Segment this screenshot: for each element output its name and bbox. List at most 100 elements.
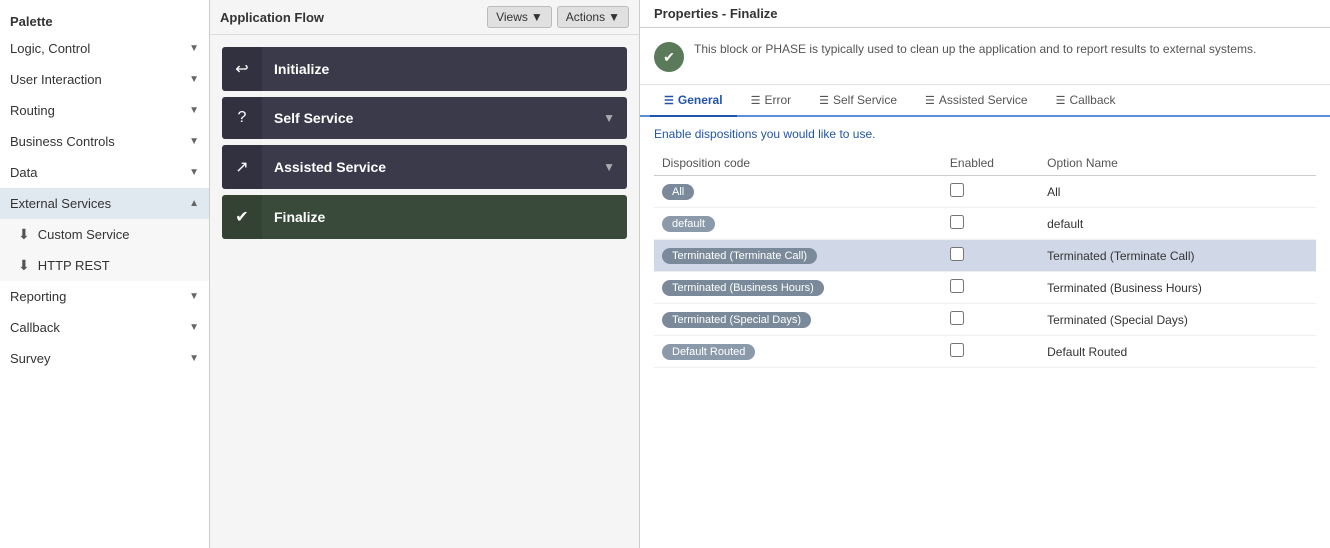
views-button[interactable]: Views ▼ bbox=[487, 6, 552, 28]
enabled-cell[interactable] bbox=[942, 208, 1039, 240]
disposition-table: Disposition code Enabled Option Name All… bbox=[654, 151, 1316, 368]
chevron-down-icon: ▼ bbox=[189, 136, 199, 147]
chevron-down-icon: ▼ bbox=[189, 74, 199, 85]
enabled-checkbox[interactable] bbox=[950, 311, 964, 325]
sidebar-item-logic-control[interactable]: Logic, Control ▼ bbox=[0, 33, 209, 64]
flow-block-self-service[interactable]: ? Self Service ▼ bbox=[222, 97, 627, 139]
disposition-code-cell: Terminated (Special Days) bbox=[654, 304, 942, 336]
enabled-cell[interactable] bbox=[942, 240, 1039, 272]
flow-blocks: ↩ Initialize ? Self Service ▼ ↗ Assisted… bbox=[210, 35, 639, 251]
sidebar-item-label: External Services bbox=[10, 196, 189, 211]
flow-block-initialize[interactable]: ↩ Initialize bbox=[222, 47, 627, 91]
option-name-cell[interactable] bbox=[1039, 272, 1316, 304]
option-name-input[interactable] bbox=[1047, 345, 1308, 359]
initialize-icon: ↩ bbox=[222, 47, 262, 91]
option-name-cell[interactable] bbox=[1039, 208, 1316, 240]
option-name-cell[interactable] bbox=[1039, 336, 1316, 368]
col-header-enabled: Enabled bbox=[942, 151, 1039, 176]
enabled-checkbox[interactable] bbox=[950, 247, 964, 261]
header-buttons: Views ▼ Actions ▼ bbox=[487, 6, 629, 28]
properties-panel: Properties - Finalize ✔ This block or PH… bbox=[640, 0, 1330, 548]
enabled-checkbox[interactable] bbox=[950, 215, 964, 229]
chevron-down-icon: ▼ bbox=[189, 43, 199, 54]
properties-tabs: ☰ General ☰ Error ☰ Self Service ☰ Assis… bbox=[640, 85, 1330, 117]
chevron-down-icon: ▼ bbox=[591, 160, 627, 174]
tab-self-service[interactable]: ☰ Self Service bbox=[805, 85, 911, 117]
download-icon: ⬇ bbox=[18, 226, 30, 243]
option-name-input[interactable] bbox=[1047, 185, 1308, 199]
enabled-cell[interactable] bbox=[942, 304, 1039, 336]
sidebar-item-custom-service[interactable]: ⬇ Custom Service bbox=[0, 219, 209, 250]
disposition-badge: Terminated (Special Days) bbox=[662, 312, 811, 328]
option-name-input[interactable] bbox=[1047, 217, 1308, 231]
table-icon: ☰ bbox=[664, 94, 674, 107]
chevron-down-icon: ▼ bbox=[189, 353, 199, 364]
disposition-code-cell: All bbox=[654, 176, 942, 208]
table-icon: ☰ bbox=[1056, 94, 1066, 107]
properties-title: Properties - Finalize bbox=[640, 0, 1330, 28]
option-name-cell[interactable] bbox=[1039, 240, 1316, 272]
sidebar-item-label: Routing bbox=[10, 103, 189, 118]
table-row: Terminated (Business Hours) bbox=[654, 272, 1316, 304]
properties-description: ✔ This block or PHASE is typically used … bbox=[640, 28, 1330, 85]
disposition-code-cell: default bbox=[654, 208, 942, 240]
chevron-down-icon: ▼ bbox=[189, 105, 199, 116]
sidebar-item-reporting[interactable]: Reporting ▼ bbox=[0, 281, 209, 312]
tab-assisted-service[interactable]: ☰ Assisted Service bbox=[911, 85, 1042, 117]
enabled-cell[interactable] bbox=[942, 176, 1039, 208]
col-header-disposition: Disposition code bbox=[654, 151, 942, 176]
option-name-input[interactable] bbox=[1047, 281, 1308, 295]
tab-general[interactable]: ☰ General bbox=[650, 85, 737, 117]
sidebar-item-user-interaction[interactable]: User Interaction ▼ bbox=[0, 64, 209, 95]
disposition-code-cell: Default Routed bbox=[654, 336, 942, 368]
table-icon: ☰ bbox=[925, 94, 935, 107]
chevron-down-icon: ▼ bbox=[531, 10, 543, 24]
disposition-code-cell: Terminated (Terminate Call) bbox=[654, 240, 942, 272]
chevron-down-icon: ▼ bbox=[189, 291, 199, 302]
tab-error[interactable]: ☰ Error bbox=[737, 85, 806, 117]
chevron-up-icon: ▲ bbox=[189, 198, 199, 209]
flow-block-assisted-service[interactable]: ↗ Assisted Service ▼ bbox=[222, 145, 627, 189]
sidebar-item-callback[interactable]: Callback ▼ bbox=[0, 312, 209, 343]
option-name-input[interactable] bbox=[1047, 249, 1308, 263]
check-icon: ✔ bbox=[654, 42, 684, 72]
chevron-down-icon: ▼ bbox=[189, 322, 199, 333]
sidebar-item-data[interactable]: Data ▼ bbox=[0, 157, 209, 188]
enabled-checkbox[interactable] bbox=[950, 343, 964, 357]
actions-button[interactable]: Actions ▼ bbox=[557, 6, 629, 28]
option-name-cell[interactable] bbox=[1039, 176, 1316, 208]
option-name-cell[interactable] bbox=[1039, 304, 1316, 336]
palette-title: Palette bbox=[0, 8, 209, 33]
sidebar-item-label: Data bbox=[10, 165, 189, 180]
flow-block-label: Finalize bbox=[262, 197, 627, 237]
flow-block-label: Assisted Service bbox=[262, 147, 591, 187]
flow-block-finalize[interactable]: ✔ Finalize bbox=[222, 195, 627, 239]
sidebar-item-label: HTTP REST bbox=[38, 258, 110, 273]
tab-callback[interactable]: ☰ Callback bbox=[1042, 85, 1130, 117]
sidebar-item-routing[interactable]: Routing ▼ bbox=[0, 95, 209, 126]
table-row: default bbox=[654, 208, 1316, 240]
sidebar-item-label: Callback bbox=[10, 320, 189, 335]
table-row: Terminated (Special Days) bbox=[654, 304, 1316, 336]
table-row: Terminated (Terminate Call) bbox=[654, 240, 1316, 272]
description-text: This block or PHASE is typically used to… bbox=[694, 40, 1256, 58]
table-row: All bbox=[654, 176, 1316, 208]
sidebar-item-http-rest[interactable]: ⬇ HTTP REST bbox=[0, 250, 209, 281]
enable-text: Enable dispositions you would like to us… bbox=[654, 127, 1316, 141]
self-service-icon: ? bbox=[222, 97, 262, 139]
enabled-checkbox[interactable] bbox=[950, 183, 964, 197]
enabled-cell[interactable] bbox=[942, 272, 1039, 304]
sidebar-item-business-controls[interactable]: Business Controls ▼ bbox=[0, 126, 209, 157]
enabled-checkbox[interactable] bbox=[950, 279, 964, 293]
main-area: Application Flow Views ▼ Actions ▼ ↩ Ini… bbox=[210, 0, 1330, 548]
sidebar-item-external-services[interactable]: External Services ▲ bbox=[0, 188, 209, 219]
table-row: Default Routed bbox=[654, 336, 1316, 368]
sidebar-item-label: Custom Service bbox=[38, 227, 130, 242]
sidebar-item-survey[interactable]: Survey ▼ bbox=[0, 343, 209, 374]
table-icon: ☰ bbox=[751, 94, 761, 107]
disposition-code-cell: Terminated (Business Hours) bbox=[654, 272, 942, 304]
enabled-cell[interactable] bbox=[942, 336, 1039, 368]
app-flow-panel: Application Flow Views ▼ Actions ▼ ↩ Ini… bbox=[210, 0, 640, 548]
option-name-input[interactable] bbox=[1047, 313, 1308, 327]
app-flow-title: Application Flow bbox=[220, 10, 324, 25]
